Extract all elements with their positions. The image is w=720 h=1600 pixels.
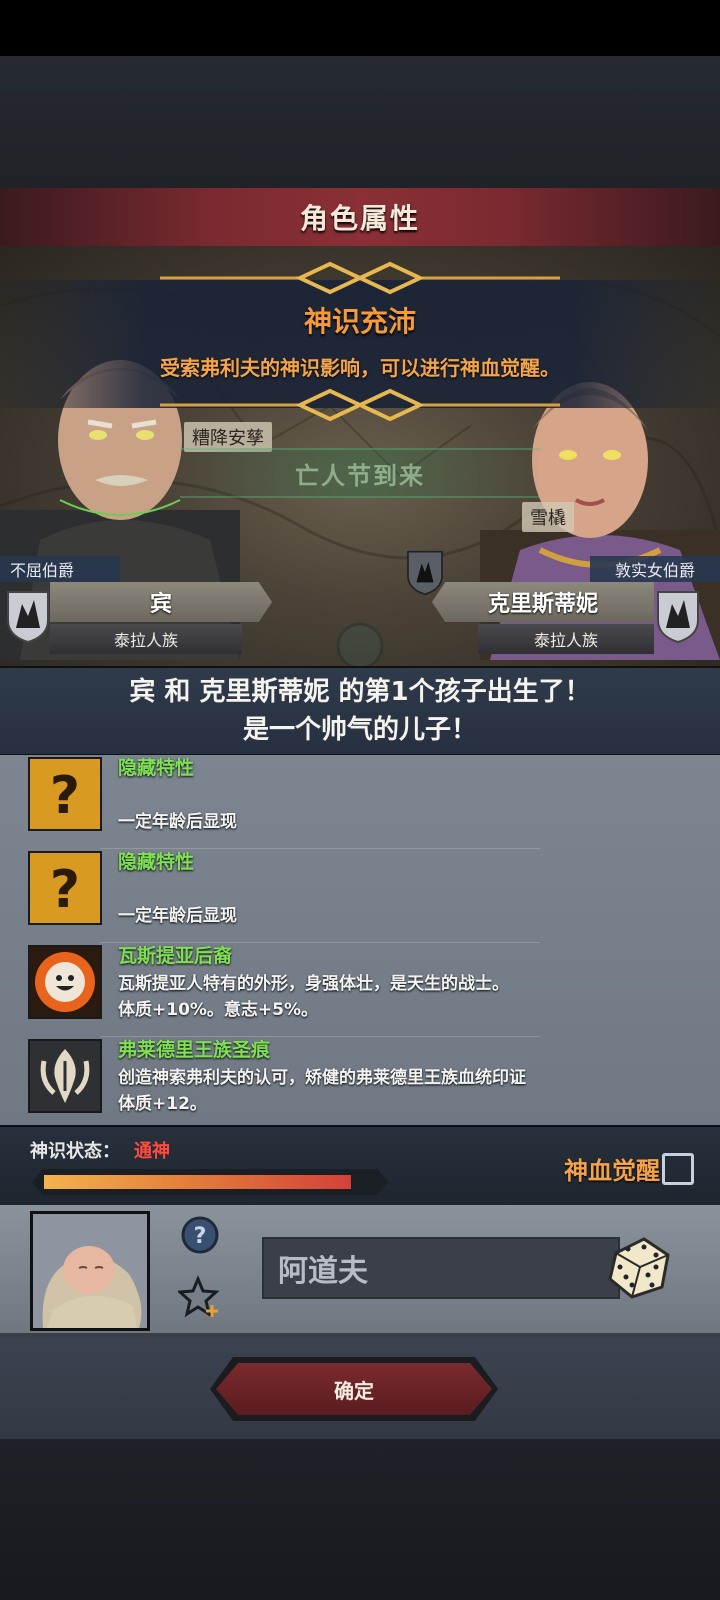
confirm-button[interactable]: 确定 (216, 1363, 492, 1415)
top-backdrop (0, 56, 720, 188)
awaken-checkbox[interactable] (662, 1153, 694, 1185)
father-race: 泰拉人族 (50, 624, 242, 654)
trait-name: 隐藏特性 (118, 757, 195, 779)
child-panel: ? (0, 1205, 720, 1337)
father-name[interactable]: 宾 (50, 582, 272, 622)
question-mark-icon: ? (28, 757, 102, 831)
status-progress-fill (44, 1175, 351, 1189)
smiley-sun-icon (28, 945, 102, 1019)
birth-line-1: 宾 和 克里斯蒂妮 的第1个孩子出生了！ (129, 677, 591, 707)
dice-icon[interactable] (604, 1231, 674, 1301)
baby-portrait (42, 1246, 142, 1328)
trait-list[interactable]: ? 隐藏特性 一定年龄后显现 ? 隐藏特性 一定年龄后显现 瓦斯提亚后裔 瓦斯提… (0, 755, 720, 1125)
status-value: 通神 (134, 1141, 170, 1162)
trait-desc: 瓦斯提亚人特有的外形，身强体壮，是天生的战士。 (118, 974, 509, 994)
awaken-label: 神血觉醒 (564, 1157, 660, 1185)
trait-effect: 体质+10%。意志+5%。 (118, 1000, 319, 1020)
question-mark-icon: ? (28, 851, 102, 925)
svg-text:?: ? (50, 766, 80, 826)
status-bar-area (0, 0, 720, 56)
ornament-top-icon (160, 261, 560, 295)
svg-text:?: ? (194, 1224, 207, 1249)
birth-announcement: 宾 和 克里斯蒂妮 的第1个孩子出生了！ 是一个帅气的儿子！ (0, 666, 720, 757)
banner-description: 受索弗利夫的神识影响，可以进行神血觉醒。 (160, 356, 560, 380)
trait-name: 弗莱德里王族圣痕 (118, 1039, 271, 1061)
father-title: 不屈伯爵 (0, 556, 120, 582)
trait-item[interactable]: 弗莱德里王族圣痕 创造神索弗利夫的认可，矫健的弗莱德里王族血统印证 体质+12。 (0, 1037, 720, 1125)
mother-house-icon (407, 550, 443, 596)
event-banner: 亡人节到来 (180, 448, 540, 498)
trait-item[interactable]: 瓦斯提亚后裔 瓦斯提亚人特有的外形，身强体壮，是天生的战士。 体质+10%。意志… (0, 943, 720, 1037)
favorite-star-icon[interactable] (178, 1275, 222, 1319)
trait-name: 瓦斯提亚后裔 (118, 945, 233, 967)
trait-name: 隐藏特性 (118, 851, 195, 873)
trait-effect: 体质+12。 (118, 1094, 207, 1114)
mother-title: 敦实女伯爵 (590, 556, 720, 582)
title-bar: 角色属性 (0, 188, 720, 246)
footer-area: 确定 (0, 1337, 720, 1439)
scene-tag-right: 雪橇 (522, 502, 574, 532)
banner-title: 神识充沛 (303, 305, 416, 338)
trait-desc: 一定年龄后显现 (118, 812, 237, 832)
mother-race: 泰拉人族 (478, 624, 654, 654)
birth-line-2: 是一个帅气的儿子！ (242, 715, 477, 745)
baby-avatar[interactable] (30, 1211, 150, 1331)
trait-desc: 创造神索弗利夫的认可，矫健的弗莱德里王族血统印证 (118, 1068, 526, 1088)
page-title: 角色属性 (299, 202, 420, 235)
trait-item[interactable]: ? 隐藏特性 一定年龄后显现 (0, 755, 720, 849)
ornament-bottom-icon (160, 388, 560, 422)
status-label: 神识状态： (30, 1141, 120, 1162)
mother-crest-icon[interactable] (656, 590, 700, 644)
help-icon[interactable]: ? (180, 1215, 220, 1255)
bottom-backdrop (0, 1439, 720, 1600)
father-crest-icon[interactable] (6, 590, 50, 644)
trait-desc: 一定年龄后显现 (118, 906, 237, 926)
svg-text:?: ? (50, 860, 80, 920)
child-name-input[interactable] (262, 1237, 620, 1299)
trait-item[interactable]: ? 隐藏特性 一定年龄后显现 (0, 849, 720, 943)
mother-name[interactable]: 克里斯蒂妮 (432, 582, 654, 622)
royal-scar-icon (28, 1039, 102, 1113)
divine-status-row: 神识状态： 通神 神血觉醒 (0, 1125, 720, 1207)
